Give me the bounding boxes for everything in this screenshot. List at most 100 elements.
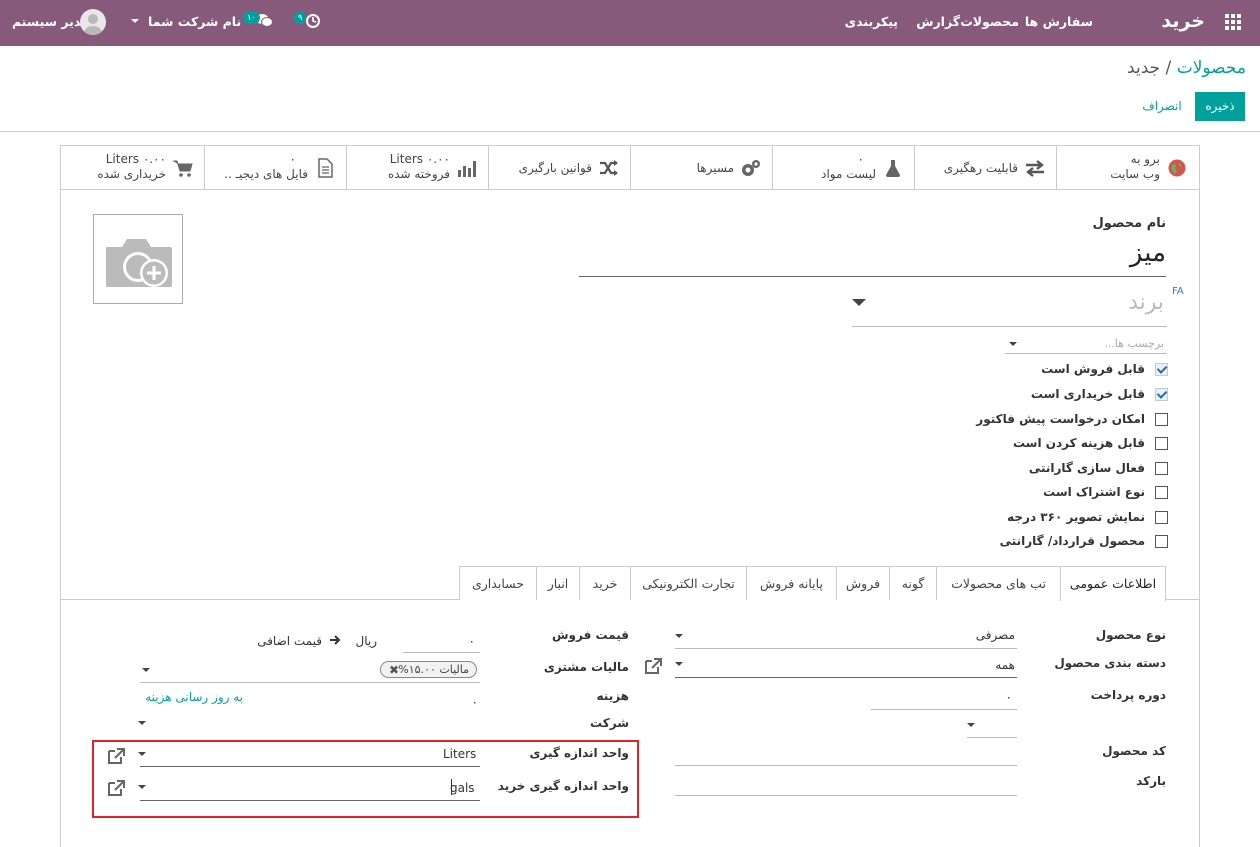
company-switcher[interactable]: نام شرکت شما [148,14,241,29]
menu-configuration[interactable]: پیکربندی [845,14,898,29]
arrow-right-icon[interactable] [329,634,341,646]
brand-dropdown-caret-icon[interactable] [852,299,866,306]
tags-input[interactable]: برچسب ها... [1104,337,1164,350]
traceability-button[interactable]: قابلیت رهگیری [914,145,1056,189]
company-dropdown-caret-icon[interactable] [131,19,139,23]
payment-term-input[interactable]: ۰ [1006,690,1012,704]
product-category-select[interactable]: همه [995,658,1015,672]
sold-label: فروخته شده [387,167,450,181]
product-code-label: کد محصول [1102,744,1166,758]
purchased-qty: Liters ۰.۰۰ [105,152,166,166]
putaway-rules-button[interactable]: قوانین بارگیری [488,145,630,189]
highlight-box [92,740,639,818]
tax-tag: ✖ مالیات ۱۵.۰۰% [380,661,477,678]
product-name-label: نام محصول [1092,216,1166,231]
tab-sales[interactable]: فروش [836,566,890,600]
product-type-label: نوع محصول [1095,628,1166,642]
avatar[interactable] [80,9,106,35]
barcode-label: بارکد [1136,774,1166,788]
company-caret-icon[interactable] [138,721,146,725]
checkbox-contract[interactable] [1155,535,1168,548]
checkbox-subscription[interactable] [1155,486,1168,499]
checkbox-contract-label: محصول قرارداد/ گارانتی [999,534,1145,548]
payment-term-label: دوره پرداخت [1090,688,1166,702]
breadcrumb-current: جدید [1127,58,1161,78]
checkbox-360-image[interactable] [1155,511,1168,524]
go-to-website-button[interactable]: برو به وب سایت [1056,145,1198,189]
sold-button[interactable]: Liters ۰.۰۰ فروخته شده [346,145,488,189]
checkbox-purchase-ok[interactable] [1155,388,1168,401]
checkbox-warranty-label: فعال سازی گارانتی [1028,461,1145,475]
external-link-icon[interactable] [643,657,663,675]
update-cost-link[interactable]: به روز رسانی هزینه [145,690,243,704]
product-image-upload[interactable] [93,214,183,304]
bom-label: لیست مواد [821,167,876,181]
cogs-icon [742,160,760,176]
clock-icon[interactable] [305,13,321,29]
exchange-icon [1026,160,1044,177]
shuffle-icon [600,160,618,176]
sales-price-underline [403,652,480,653]
checkbox-subscription-label: نوع اشتراک است [1043,485,1145,499]
extra-price-button[interactable]: قیمت اضافی [257,634,322,648]
routes-button[interactable]: مسیرها [630,145,772,189]
product-type-caret-icon[interactable] [675,634,683,638]
digital-files-count: ۰ [289,152,296,166]
cost-value: ۰ [471,695,478,709]
breadcrumb-products-link[interactable]: محصولات [1177,58,1246,78]
globe-icon [1168,159,1186,177]
tab-ecommerce[interactable]: تجارت الکترونیکی [630,566,747,600]
breadcrumb-separator: / [1165,58,1172,78]
product-type-underline [675,648,1017,649]
tax-tag-label: مالیات ۱۵.۰۰% [398,663,469,676]
sold-qty: Liters ۰.۰۰ [389,152,450,166]
customer-taxes-caret-icon[interactable] [142,668,150,672]
tab-general-info[interactable]: اطلاعات عمومی [1060,566,1166,601]
menu-orders[interactable]: سفارش ها [1025,14,1093,29]
tags-dropdown-caret-icon[interactable] [1009,342,1017,346]
brand-input[interactable]: برند [1128,290,1164,315]
website-line2: وب سایت [1110,167,1160,181]
product-category-caret-icon[interactable] [675,662,683,666]
customer-taxes-label: مالیات مشتری [543,660,629,674]
tab-inventory[interactable]: انبار [536,566,580,600]
barcode-input[interactable] [675,795,1017,796]
tab-pos[interactable]: پایانه فروش [746,566,837,600]
discard-button[interactable]: انصراف [1136,92,1188,121]
checkbox-expensable[interactable] [1155,437,1168,450]
file-icon [318,158,333,178]
payment-term-unit-underline [967,737,1017,738]
routes-label: مسیرها [696,161,734,175]
top-navbar: خرید سفارش ها محصولات گزارش پیکربندی مدی… [0,0,1260,46]
digital-files-button[interactable]: ۰ فایل های دیجیـ .. [204,145,346,189]
save-button[interactable]: ذخیره [1195,92,1245,121]
tab-product-tabs[interactable]: تب های محصولات [936,566,1061,600]
control-panel-divider [0,131,1260,132]
checkbox-warranty[interactable] [1155,462,1168,475]
cost-label: هزینه [596,689,629,703]
app-title[interactable]: خرید [1161,10,1205,32]
checkbox-expensable-label: قابل هزینه کردن است [1012,436,1145,450]
menu-products[interactable]: محصولات [960,14,1019,29]
translate-lang-button[interactable]: FA [1172,286,1184,297]
tab-accounting[interactable]: حسابداری [459,566,537,600]
checkbox-sale-ok[interactable] [1155,363,1168,376]
product-name-underline [579,276,1166,277]
company-label: شرکت [590,716,629,730]
bill-of-materials-button[interactable]: ۰ لیست مواد [772,145,914,189]
checkbox-rfq-label: امکان درخواست پیش فاکتور [976,412,1145,426]
product-code-input[interactable] [675,765,1017,766]
product-name-input[interactable]: میز [1130,238,1166,268]
sales-price-input[interactable]: ۰ [469,634,475,648]
product-type-select[interactable]: مصرفی [976,628,1015,642]
user-name[interactable]: مدیر سیستم [12,14,89,29]
payment-term-unit-caret-icon[interactable] [967,723,975,727]
checkbox-rfq[interactable] [1155,413,1168,426]
purchased-button[interactable]: Liters ۰.۰۰ خریداری شده [62,145,204,189]
tab-variants[interactable]: گونه [889,566,937,600]
menu-reports[interactable]: گزارش [916,14,960,29]
tab-purchase[interactable]: خرید [579,566,631,600]
brand-underline [852,326,1167,327]
apps-grid-icon[interactable] [1225,14,1241,30]
putaway-rules-label: قوانین بارگیری [518,161,592,175]
